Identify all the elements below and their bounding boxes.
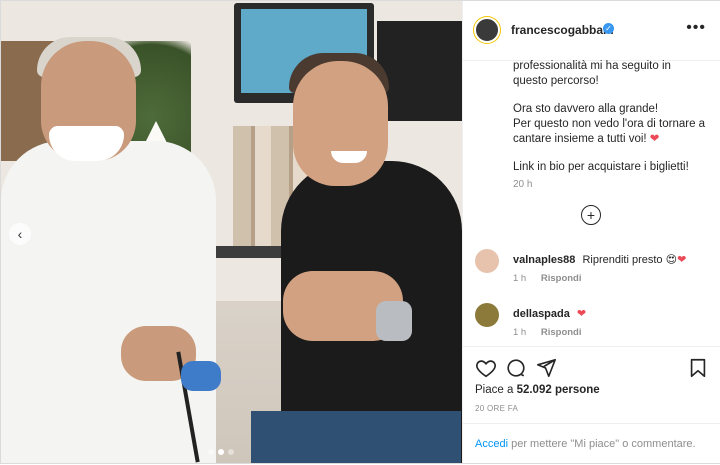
avatar[interactable] — [475, 249, 499, 273]
likes-count[interactable]: Piace a 52.092 persone — [475, 384, 600, 396]
carousel-dot-active — [218, 449, 224, 455]
carousel-prev-button[interactable]: ‹ — [9, 223, 31, 245]
avatar[interactable] — [473, 16, 501, 44]
verified-badge-icon: ✓ — [603, 23, 614, 34]
caption-paragraph: Ora sto davvero alla grande! Per questo … — [513, 102, 708, 147]
reply-button[interactable]: Rispondi — [541, 273, 582, 284]
comment-bubble-icon[interactable] — [505, 357, 527, 379]
instagram-post: ‹ francescogabbani ✓ ••• professionalità… — [0, 0, 720, 464]
heart-outline-icon[interactable] — [475, 357, 497, 379]
comment-text: Riprenditi presto — [582, 254, 663, 266]
reply-button[interactable]: Rispondi — [541, 327, 582, 338]
post-photo[interactable]: ‹ — [1, 1, 462, 463]
login-link[interactable]: Accedi — [475, 438, 508, 450]
comment-username[interactable]: dellaspada — [513, 308, 570, 320]
username-link[interactable]: francescogabbani — [511, 23, 614, 37]
post-caption: professionalità mi ha seguito in questo … — [513, 59, 708, 188]
post-side-panel: francescogabbani ✓ ••• professionalità m… — [462, 1, 720, 463]
login-prompt: Accedi per mettere "Mi piace" o commenta… — [463, 423, 720, 465]
comment-time: 1 h — [513, 273, 527, 284]
login-prompt-text: per mettere "Mi piace" o commentare. — [511, 438, 696, 450]
heart-emoji-icon: ❤ — [649, 133, 660, 145]
caption-line: Ora sto davvero alla grande! — [513, 103, 659, 115]
more-options-icon[interactable]: ••• — [686, 19, 706, 37]
heart-emoji-icon: ❤ — [576, 308, 587, 320]
smiling-heart-eyes-emoji-icon: 😍 — [665, 254, 678, 266]
caption-line: Per questo non vedo l'ora di tornare a c… — [513, 118, 706, 145]
avatar[interactable] — [475, 303, 499, 327]
comment-time: 1 h — [513, 327, 527, 338]
caption-paragraph: professionalità mi ha seguito in questo … — [513, 60, 671, 87]
chevron-left-icon: ‹ — [17, 226, 23, 242]
caption-paragraph: Link in bio per acquistare i biglietti! — [513, 161, 689, 173]
paper-plane-icon[interactable] — [535, 357, 557, 379]
carousel-dots — [208, 449, 234, 455]
post-header: francescogabbani ✓ ••• — [463, 1, 720, 61]
comment-username[interactable]: valnaples88 — [513, 254, 575, 266]
heart-emoji-icon: ❤ — [677, 254, 687, 266]
post-actions: Piace a 52.092 persone 20 ORE FA Accedi … — [463, 346, 720, 464]
post-age: 20 ORE FA — [475, 404, 519, 413]
plus-circle-icon[interactable]: + — [581, 205, 601, 225]
carousel-dot — [228, 449, 234, 455]
carousel-dot — [208, 449, 214, 455]
bookmark-icon[interactable] — [687, 357, 709, 379]
caption-time: 20 h — [513, 179, 533, 190]
